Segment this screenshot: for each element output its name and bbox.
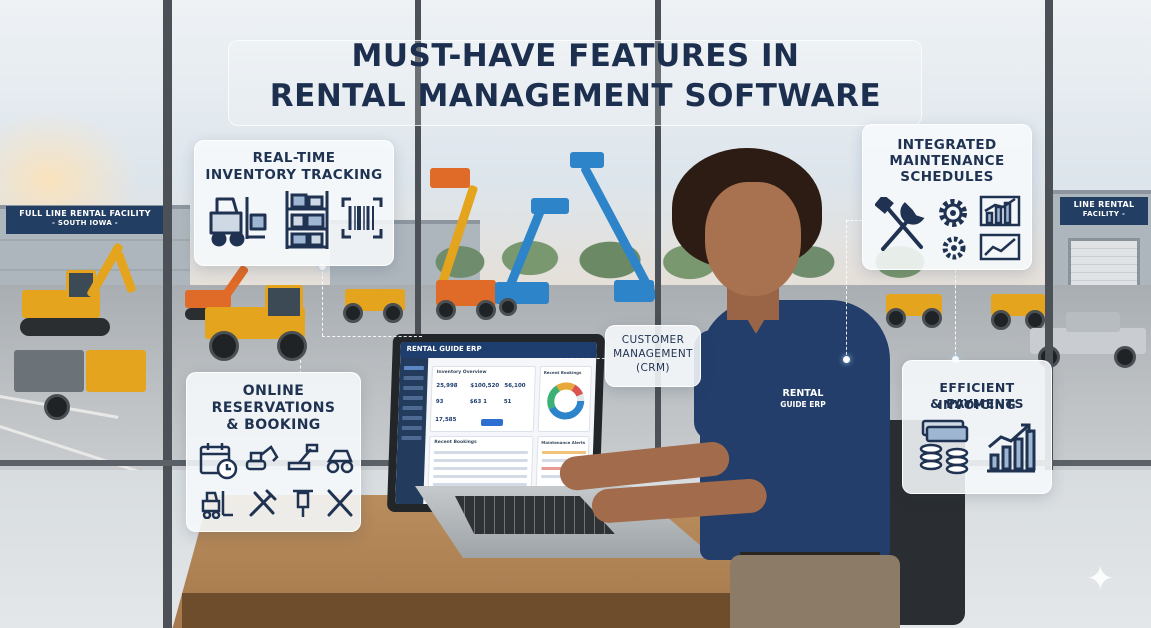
- table-row[interactable]: [433, 475, 528, 478]
- reservations-card-line2: RESERVATIONS: [211, 400, 336, 416]
- compactor-icon: [325, 443, 355, 475]
- desk-edge: [182, 593, 792, 628]
- tools-icon: [247, 487, 279, 519]
- wheel-loader: [335, 275, 415, 325]
- sidebar-item[interactable]: [401, 426, 422, 430]
- crm-card-line1: CUSTOMER: [621, 334, 685, 346]
- boom-lift-blue: [495, 198, 575, 318]
- connector-line: [955, 270, 956, 360]
- shirt-logo-line2: GUIDE ERP: [780, 400, 826, 409]
- wheel-loader-right: [880, 282, 950, 330]
- sidebar-item[interactable]: [403, 376, 424, 380]
- right-facility-sign: LINE RENTAL FACILITY -: [1060, 197, 1148, 225]
- table-row[interactable]: [432, 483, 527, 486]
- excavator-icon: [245, 443, 279, 475]
- stat-value: $63 1: [469, 399, 488, 405]
- boom-lift-icon: [285, 443, 319, 475]
- gear-icon: [939, 233, 969, 263]
- sidebar-item[interactable]: [402, 396, 423, 400]
- inventory-card-line1: REAL-TIME: [252, 150, 336, 166]
- inventory-overview-label: Inventory Overview: [436, 370, 487, 375]
- stat-value: 93: [435, 399, 444, 405]
- chart-icon: [979, 233, 1021, 261]
- donut-chart-panel[interactable]: Recent Bookings: [537, 366, 592, 432]
- woman-face: [705, 182, 801, 296]
- connector-line: [846, 220, 847, 360]
- title-line2: RENTAL MANAGEMENT SOFTWARE: [269, 78, 882, 114]
- maintenance-card-line1: INTEGRATED: [897, 137, 997, 153]
- sidebar-item[interactable]: [402, 416, 423, 420]
- table-row[interactable]: [433, 459, 528, 462]
- table-row[interactable]: [433, 451, 529, 454]
- sidebar-item[interactable]: [403, 386, 424, 390]
- inventory-overview-panel[interactable]: Inventory Overview 25,998 $100,520 56,10…: [429, 366, 536, 432]
- invoicing-payments-card: EFFICIENT INVOICING & PAYMENTS: [902, 360, 1052, 494]
- crm-card-line3: (CRM): [636, 362, 670, 374]
- invoicing-card-line2: & PAYMENTS: [930, 396, 1024, 411]
- money-stack-icon: [917, 419, 975, 475]
- growth-chart-icon: [985, 421, 1037, 473]
- maintenance-card-line2: MAINTENANCE: [889, 153, 1005, 169]
- connector-line: [560, 358, 605, 359]
- view-button[interactable]: [480, 419, 504, 426]
- connector-line: [846, 220, 862, 221]
- connector-dot: [843, 356, 850, 363]
- dashboard-sidebar[interactable]: [395, 358, 429, 504]
- excavator: [20, 242, 150, 343]
- shelving-icon: [283, 189, 331, 251]
- crm-card: CUSTOMER MANAGEMENT (CRM): [605, 325, 701, 387]
- inventory-tracking-card: REAL-TIME INVENTORY TRACKING: [194, 140, 394, 266]
- left-sign-line2: - SOUTH IOWA -: [51, 219, 118, 227]
- connector-line: [322, 336, 422, 337]
- wrench-screwdriver-icon: [875, 197, 929, 255]
- title-line1: MUST-HAVE FEATURES IN: [351, 38, 800, 74]
- crm-card-line2: MANAGEMENT: [613, 348, 693, 360]
- right-sign-line1: LINE RENTAL: [1073, 200, 1135, 209]
- inventory-card-line2: INVENTORY TRACKING: [205, 167, 383, 183]
- stat-value: 25,998: [436, 383, 458, 389]
- shirt-logo-line1: RENTAL: [782, 388, 824, 399]
- stat-value: 51: [503, 399, 512, 405]
- connector-line: [322, 266, 323, 336]
- alert-row[interactable]: [541, 451, 587, 454]
- calendar-clock-icon: [199, 441, 239, 481]
- right-sign-line2: FACILITY -: [1082, 210, 1126, 218]
- stat-value: $100,520: [470, 383, 500, 389]
- donut-chart: [547, 382, 585, 420]
- barcode-icon: [341, 197, 383, 239]
- reservations-booking-card: ONLINE RESERVATIONS & BOOKING: [186, 372, 361, 532]
- reservations-card-line3: & BOOKING: [226, 417, 321, 433]
- maintenance-schedules-card: INTEGRATED MAINTENANCE SCHEDULES: [862, 124, 1032, 270]
- sidebar-item[interactable]: [402, 406, 423, 410]
- stat-value: 56,100: [504, 383, 526, 389]
- gear-icon: [935, 195, 971, 231]
- reservations-card-line1: ONLINE: [242, 383, 305, 399]
- jackhammer-icon: [289, 487, 317, 519]
- maintenance-card-line3: SCHEDULES: [900, 169, 994, 185]
- woman-sleeve: [694, 330, 764, 440]
- cross-tools-icon: [325, 487, 355, 519]
- maintenance-alerts-label: Maintenance Alerts: [541, 440, 586, 445]
- woman-pants: [730, 555, 900, 628]
- table-row[interactable]: [433, 467, 528, 470]
- generator-trailer: [14, 346, 154, 426]
- left-sign-line1: FULL LINE RENTAL FACILITY: [19, 209, 151, 218]
- telehandler: [205, 285, 325, 363]
- sidebar-item[interactable]: [401, 436, 422, 440]
- sidebar-item[interactable]: [403, 366, 424, 370]
- chart-icon: [979, 195, 1021, 227]
- forklift-small-icon: [201, 489, 235, 519]
- boom-lift-tall: [570, 152, 660, 312]
- sparkle-icon: ✦: [1086, 559, 1115, 599]
- shirt-logo: RENTAL GUIDE ERP: [768, 388, 838, 410]
- stat-value: 17,585: [435, 417, 457, 423]
- left-facility-sign: FULL LINE RENTAL FACILITY - SOUTH IOWA -: [6, 206, 164, 234]
- dashboard-header: RENTAL GUIDE ERP: [400, 342, 597, 358]
- bookings-table-label: Recent Bookings: [434, 440, 477, 445]
- dashboard-brand: RENTAL GUIDE ERP: [406, 345, 482, 353]
- forklift-icon: [207, 193, 271, 249]
